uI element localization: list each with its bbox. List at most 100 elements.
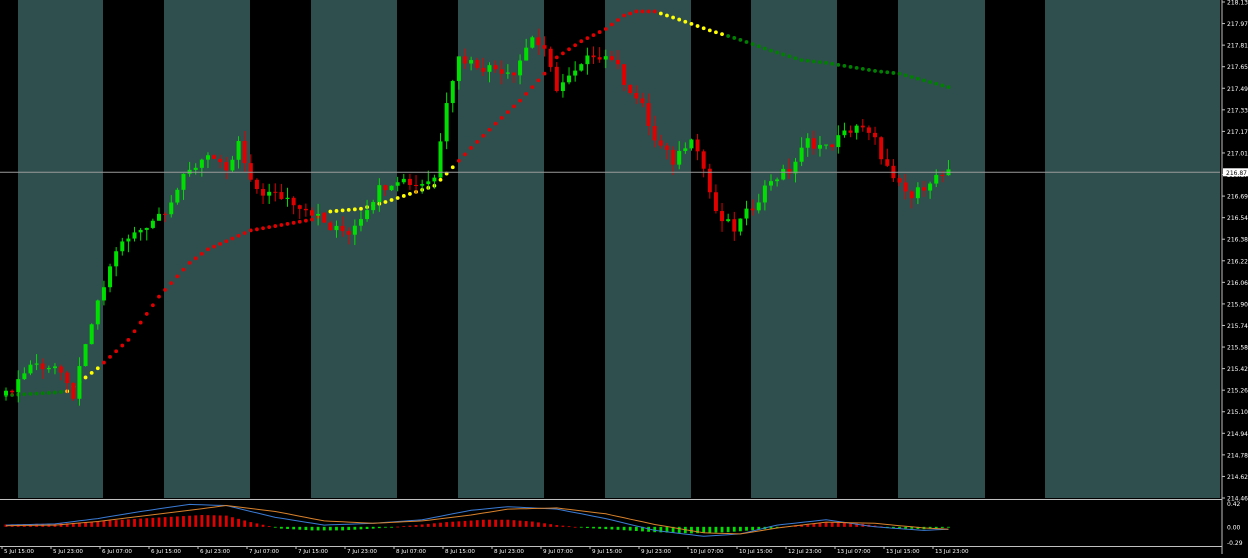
histogram-bar xyxy=(255,523,259,527)
candle-body xyxy=(738,218,743,232)
histogram-bar xyxy=(751,526,755,531)
ma-dot xyxy=(738,37,743,42)
candle-body xyxy=(475,60,480,68)
chart-canvas[interactable]: 218.13 217.97 217.81 217.65 217.49 217.33 217.… xyxy=(0,0,1248,555)
histogram-bar xyxy=(384,526,387,528)
ma-dot xyxy=(193,256,198,261)
histogram-bar xyxy=(628,526,632,531)
ma-dot xyxy=(450,165,455,170)
histogram-bar xyxy=(726,526,730,533)
ma-dot xyxy=(873,69,877,73)
x-tick-label: 5 Jul 23:00 xyxy=(53,549,83,554)
histogram-bar xyxy=(341,526,344,531)
candle-body xyxy=(836,135,841,148)
ma-dot xyxy=(487,127,492,132)
candle-body xyxy=(652,126,657,141)
histogram-bar xyxy=(634,526,638,531)
ma-dot xyxy=(879,69,884,74)
ma-dot xyxy=(28,392,33,396)
candle-body xyxy=(518,60,523,76)
histogram-bar xyxy=(488,519,491,527)
histogram-bar xyxy=(714,526,718,533)
ma-dot xyxy=(59,390,63,394)
ma-dot xyxy=(946,85,951,90)
candle-body xyxy=(848,130,853,133)
candle-body xyxy=(212,155,217,159)
x-tick-label: 5 Jul 15:00 xyxy=(4,549,34,554)
ma-dot xyxy=(255,227,259,232)
ma-dot xyxy=(120,343,125,348)
ma-dot xyxy=(830,61,835,66)
candle-body xyxy=(469,60,474,64)
histogram-bar xyxy=(298,526,302,530)
candle-body xyxy=(163,213,168,215)
histogram-bar xyxy=(408,525,412,527)
candle-body xyxy=(291,197,296,206)
candle-body xyxy=(224,162,229,171)
ma-dot xyxy=(303,218,308,223)
ma-dot xyxy=(542,71,547,76)
ma-dot xyxy=(22,392,27,397)
ma-dot xyxy=(567,47,571,52)
candle-body xyxy=(689,139,694,149)
y-tick-label: 217.17 xyxy=(1227,129,1248,136)
ma-dot xyxy=(169,281,174,286)
ma-dot xyxy=(824,60,828,65)
ma-dot xyxy=(665,13,669,18)
x-tick-label: 6 Jul 23:00 xyxy=(200,549,230,554)
ma-dot xyxy=(512,104,516,109)
histogram-bar xyxy=(739,526,742,532)
histogram-bar xyxy=(433,523,436,527)
histogram-bar xyxy=(451,521,455,527)
candle-body xyxy=(426,181,431,185)
ma-dot xyxy=(536,78,541,83)
ma-dot xyxy=(408,192,412,196)
histogram-bar xyxy=(555,525,559,527)
ma-dot xyxy=(720,32,724,37)
session-band xyxy=(1045,0,1220,498)
candle-body xyxy=(181,173,186,190)
candle-body xyxy=(817,144,822,149)
x-tick-label: 12 Jul 23:00 xyxy=(788,549,822,554)
candle-body xyxy=(218,158,223,163)
ma-dot xyxy=(897,71,902,76)
candle-body xyxy=(591,55,596,58)
histogram-bar xyxy=(139,518,143,527)
histogram-bar xyxy=(292,526,296,530)
ma-dot xyxy=(640,9,645,14)
ma-dot xyxy=(940,83,945,88)
candle-body xyxy=(548,48,553,67)
ma-dot xyxy=(732,36,737,40)
candle-body xyxy=(101,287,106,301)
candle-body xyxy=(683,148,688,151)
ma-dot xyxy=(524,92,529,96)
x-tick-label: 13 Jul 15:00 xyxy=(886,549,920,554)
session-band xyxy=(605,0,691,498)
candle-body xyxy=(242,141,247,164)
candle-body xyxy=(65,372,70,384)
candle-body xyxy=(726,219,731,222)
candle-body xyxy=(4,390,8,396)
histogram-bar xyxy=(506,519,510,527)
session-band xyxy=(898,0,985,498)
ma-dot xyxy=(499,115,504,120)
x-tick-label: 8 Jul 07:00 xyxy=(396,549,426,554)
ma-dot xyxy=(579,39,584,44)
candle-body xyxy=(701,151,706,169)
histogram-bar xyxy=(237,518,240,527)
histogram-bar xyxy=(212,515,216,527)
ma-dot xyxy=(915,76,920,81)
candle-body xyxy=(640,98,645,104)
candle-body xyxy=(873,132,878,138)
ma-dot xyxy=(359,206,363,211)
candle-body xyxy=(285,197,290,199)
ma-dot xyxy=(750,42,755,47)
candle-body xyxy=(622,64,627,85)
price-chart-area[interactable]: 218.13 217.97 217.81 217.65 217.49 217.33 217.… xyxy=(0,0,1248,555)
candle-body xyxy=(407,178,412,185)
ma-dot xyxy=(206,247,210,252)
ma-dot xyxy=(683,19,688,24)
ma-dot xyxy=(652,9,657,14)
candle-body xyxy=(616,59,620,65)
candle-body xyxy=(365,210,370,220)
